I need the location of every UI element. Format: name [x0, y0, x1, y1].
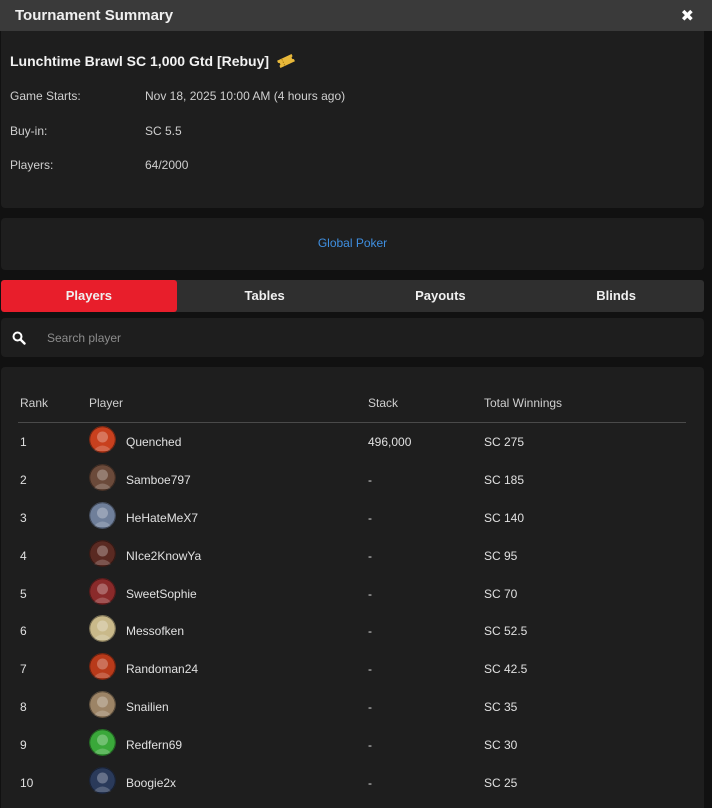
title-bar: Tournament Summary ✖	[0, 0, 712, 31]
winnings-cell: SC 70	[484, 586, 518, 601]
stack-cell: -	[368, 662, 372, 677]
network-link[interactable]: Global Poker	[1, 236, 704, 250]
header-player: Player	[89, 396, 124, 410]
table-row[interactable]: 10 Boogie2x - SC 25	[18, 763, 686, 801]
avatar	[89, 767, 116, 795]
rank-cell: 5	[20, 586, 27, 601]
player-name: HeHateMeX7	[126, 510, 199, 525]
player-name: Samboe797	[126, 472, 191, 487]
header-stack: Stack	[368, 396, 399, 410]
tournament-name-row: Lunchtime Brawl SC 1,000 Gtd [Rebuy]	[10, 52, 297, 70]
stack-cell: -	[368, 586, 372, 601]
winnings-cell: SC 25	[484, 776, 518, 791]
stack-cell: -	[368, 472, 372, 487]
rank-cell: 8	[20, 700, 27, 715]
rank-cell: 7	[20, 662, 27, 677]
table-row[interactable]: 9 Redfern69 - SC 30	[18, 725, 686, 763]
table-row[interactable]: 1 Quenched 496,000 SC 275	[18, 422, 686, 460]
stack-cell: -	[368, 700, 372, 715]
ticket-icon	[275, 52, 297, 70]
table-body: 1 Quenched 496,000 SC 275 2 Samboe797 - SC 18…	[18, 422, 686, 801]
rank-cell: 3	[20, 510, 27, 525]
winnings-cell: SC 52.5	[484, 624, 528, 639]
tab-players[interactable]: Players	[1, 280, 177, 312]
players-table: Rank Player Stack Total Winnings 1 Quenc…	[1, 367, 704, 808]
table-row[interactable]: 8 Snailien - SC 35	[18, 687, 686, 725]
buy-in-value: SC 5.5	[145, 124, 182, 138]
table-row[interactable]: 3 HeHateMeX7 - SC 140	[18, 498, 686, 536]
search-bar	[1, 318, 704, 357]
winnings-cell: SC 140	[484, 510, 525, 525]
network-panel: Global Poker	[1, 218, 704, 270]
tournament-info-panel: Lunchtime Brawl SC 1,000 Gtd [Rebuy] Gam…	[1, 31, 704, 208]
window-title: Tournament Summary	[15, 7, 174, 24]
avatar	[89, 501, 116, 529]
table-row[interactable]: 6 Messofken - SC 52.5	[18, 611, 686, 649]
tab-blinds[interactable]: Blinds	[528, 280, 704, 312]
rank-cell: 4	[20, 548, 27, 563]
player-name: Boogie2x	[126, 776, 177, 791]
tab-tables[interactable]: Tables	[177, 280, 353, 312]
player-name: SweetSophie	[126, 586, 197, 601]
table-row[interactable]: 2 Samboe797 - SC 185	[18, 460, 686, 498]
winnings-cell: SC 42.5	[484, 662, 528, 677]
stack-cell: 496,000	[368, 435, 412, 449]
header-rank: Rank	[20, 396, 49, 410]
stack-cell: -	[368, 510, 372, 525]
winnings-cell: SC 30	[484, 738, 518, 753]
table-row[interactable]: 5 SweetSophie - SC 70	[18, 574, 686, 612]
buy-in-label: Buy-in:	[10, 124, 48, 138]
tab-bar: Players Tables Payouts Blinds	[1, 280, 704, 312]
winnings-cell: SC 275	[484, 435, 525, 449]
avatar	[89, 426, 116, 453]
search-input[interactable]	[45, 327, 689, 349]
stack-cell: -	[368, 624, 372, 639]
game-starts-value: Nov 18, 2025 10:00 AM (4 hours ago)	[145, 89, 346, 103]
player-name: Redfern69	[126, 738, 183, 753]
rank-cell: 9	[20, 738, 27, 753]
tournament-name: Lunchtime Brawl SC 1,000 Gtd [Rebuy]	[10, 53, 270, 69]
rank-cell: 6	[20, 624, 27, 639]
stack-cell: -	[368, 738, 372, 753]
winnings-cell: SC 35	[484, 700, 518, 715]
stack-cell: -	[368, 548, 372, 563]
rank-cell: 1	[20, 435, 27, 449]
header-total-winnings: Total Winnings	[484, 396, 563, 410]
rank-cell: 10	[20, 776, 34, 791]
stack-cell: -	[368, 776, 372, 791]
search-icon	[12, 331, 26, 345]
winnings-cell: SC 185	[484, 472, 525, 487]
avatar	[89, 463, 116, 491]
players-count-value: 64/2000	[145, 158, 189, 172]
player-name: NIce2KnowYa	[126, 548, 202, 563]
rank-cell: 2	[20, 472, 27, 487]
avatar	[89, 653, 116, 681]
table-row[interactable]: 7 Randoman24 - SC 42.5	[18, 649, 686, 687]
avatar	[89, 577, 116, 605]
avatar	[89, 539, 116, 567]
winnings-cell: SC 95	[484, 548, 518, 563]
table-row[interactable]: 4 NIce2KnowYa - SC 95	[18, 536, 686, 574]
close-icon[interactable]: ✖	[681, 6, 694, 26]
player-name: Snailien	[126, 700, 169, 715]
avatar	[89, 729, 116, 757]
player-name: Randoman24	[126, 662, 199, 677]
players-count-label: Players:	[10, 158, 54, 172]
tab-payouts[interactable]: Payouts	[353, 280, 529, 312]
game-starts-label: Game Starts:	[10, 89, 81, 103]
player-name: Messofken	[126, 624, 185, 639]
table-header: Rank Player Stack Total Winnings	[18, 395, 686, 423]
player-name: Quenched	[126, 435, 182, 449]
avatar	[89, 615, 116, 643]
avatar	[89, 691, 116, 719]
